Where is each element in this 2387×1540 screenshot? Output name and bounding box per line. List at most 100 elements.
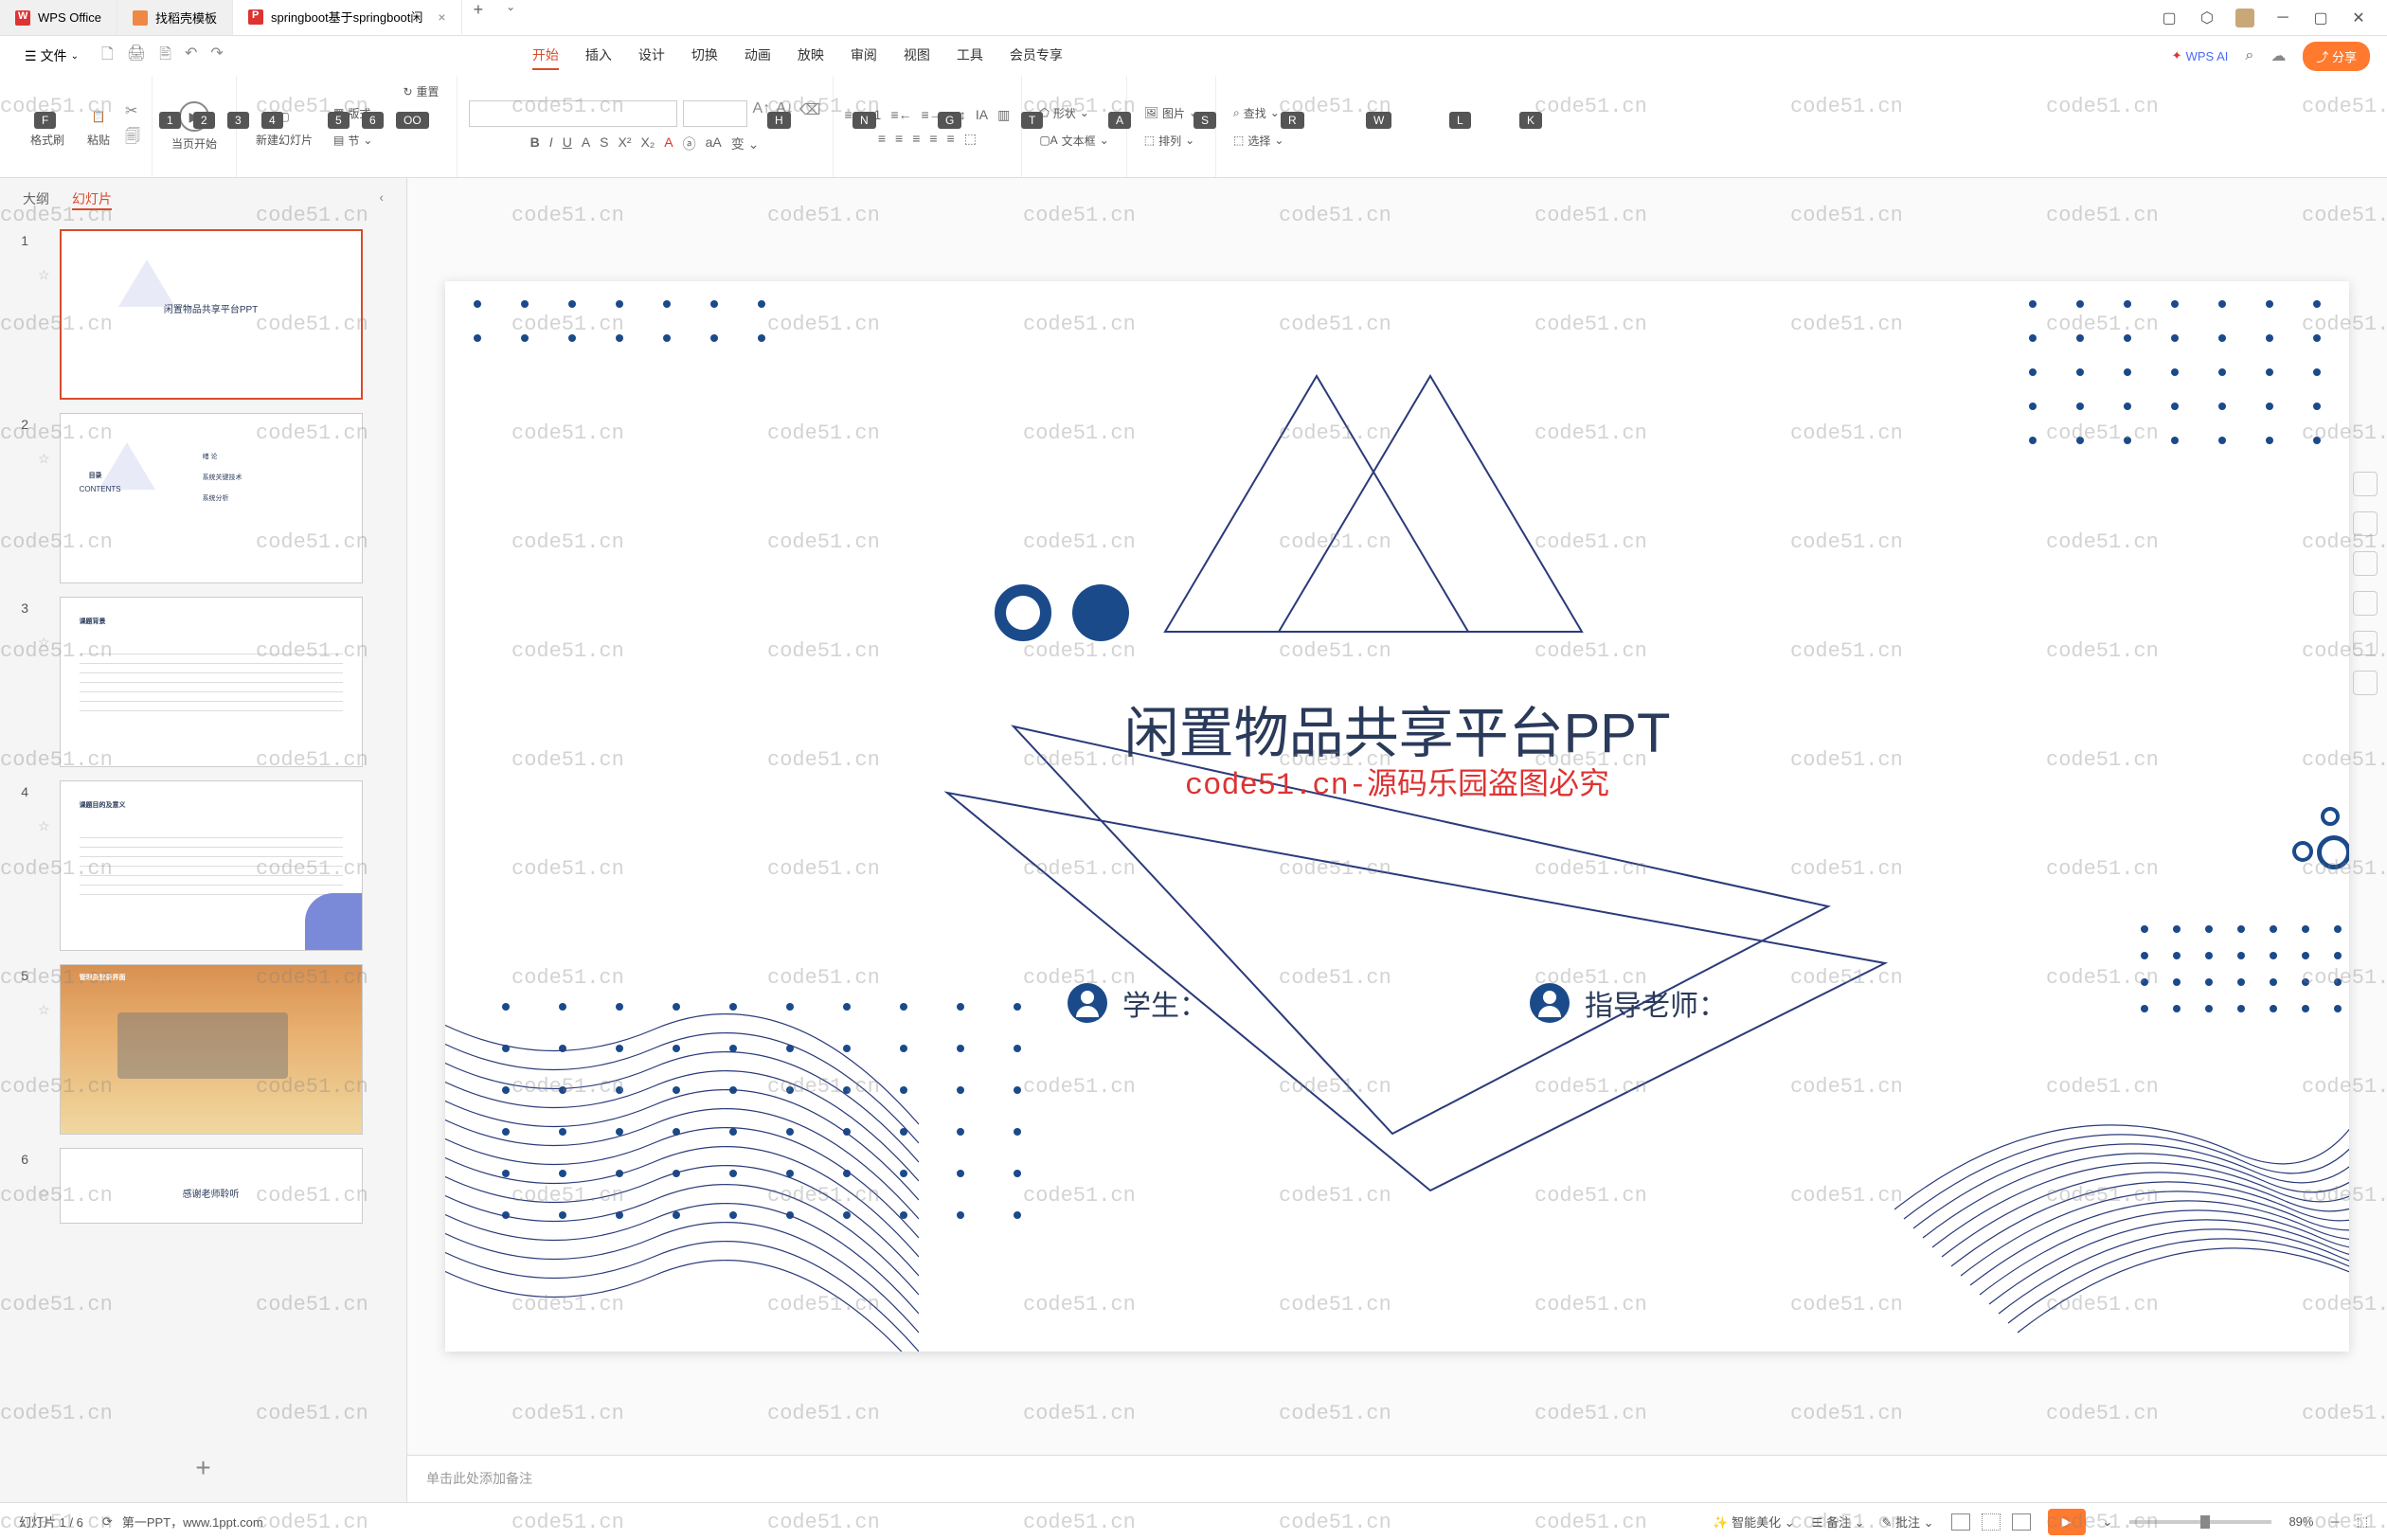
- slides-tab[interactable]: 幻灯片: [72, 189, 112, 210]
- vtool-3[interactable]: [2353, 551, 2378, 576]
- tab-review[interactable]: 审阅: [851, 42, 877, 70]
- thumb-star-5[interactable]: ☆: [38, 964, 50, 1018]
- align-center-button[interactable]: ≡: [895, 131, 903, 147]
- slide-title[interactable]: 闲置物品共享平台PPT: [1124, 689, 1671, 768]
- select-button[interactable]: ⬚选择 ⌄: [1228, 131, 1289, 151]
- thumb-star-2[interactable]: ☆: [38, 413, 50, 467]
- qa-icon-2[interactable]: 🖨: [127, 44, 146, 69]
- reset-zoom-icon[interactable]: ─: [2330, 1514, 2339, 1529]
- vtool-2[interactable]: [2353, 511, 2378, 536]
- close-button[interactable]: ✕: [2349, 9, 2368, 27]
- notes-bar[interactable]: 单击此处添加备注: [407, 1455, 2387, 1502]
- thumb-6[interactable]: 感谢老师聆听: [60, 1148, 363, 1224]
- thumb-star-1[interactable]: ☆: [38, 229, 50, 283]
- font-color-button[interactable]: A: [664, 134, 673, 153]
- thumb-1[interactable]: 闲置物品共享平台PPT: [60, 229, 363, 400]
- sub-button[interactable]: X₂: [641, 134, 655, 153]
- section-button[interactable]: ▤节 ⌄: [328, 131, 389, 151]
- tab-animation[interactable]: 动画: [745, 42, 771, 70]
- normal-view-icon[interactable]: [1951, 1513, 1970, 1531]
- paste-button[interactable]: 📋 粘贴: [80, 101, 117, 152]
- thumb-star-3[interactable]: ☆: [38, 597, 50, 651]
- thumb-star-4[interactable]: ☆: [38, 780, 50, 834]
- tab-insert[interactable]: 插入: [585, 42, 612, 70]
- beautify-button[interactable]: ✨ 智能美化 ⌄: [1713, 1513, 1794, 1531]
- window-icon-1[interactable]: ▢: [2160, 9, 2179, 27]
- align-left-button[interactable]: ≡: [878, 131, 886, 147]
- thumb-star-6[interactable]: ☆: [38, 1148, 50, 1202]
- qa-icon-5[interactable]: ↷: [210, 44, 223, 69]
- textbox-button[interactable]: ▢A文本框 ⌄: [1033, 131, 1114, 151]
- vtool-5[interactable]: [2353, 631, 2378, 655]
- arrange-button[interactable]: ⬚排列 ⌄: [1139, 131, 1200, 151]
- columns-button[interactable]: ▥: [997, 107, 1010, 123]
- new-slide-button[interactable]: ▢ 新建幻灯片: [248, 101, 320, 152]
- tab-dropdown[interactable]: ⌄: [494, 0, 527, 35]
- tab-design[interactable]: 设计: [638, 42, 665, 70]
- tab-close-icon[interactable]: ×: [438, 9, 445, 25]
- add-slide-button[interactable]: +: [0, 1434, 406, 1502]
- strike-button[interactable]: S: [600, 134, 608, 153]
- tab-dk-template[interactable]: 找稻壳模板: [117, 0, 233, 35]
- comments-button[interactable]: ✎ 批注 ⌄: [1882, 1513, 1934, 1531]
- tab-member[interactable]: 会员专享: [1010, 42, 1063, 70]
- tab-slideshow[interactable]: 放映: [798, 42, 824, 70]
- new-tab-button[interactable]: +: [462, 0, 495, 35]
- align-right-button[interactable]: ≡: [912, 131, 920, 147]
- tab-view[interactable]: 视图: [904, 42, 930, 70]
- highlight-button[interactable]: A: [582, 134, 590, 153]
- collapse-sidepanel-icon[interactable]: ‹: [379, 189, 384, 210]
- maximize-button[interactable]: ▢: [2311, 9, 2330, 27]
- cloud-icon[interactable]: ☁: [2270, 46, 2286, 65]
- clear-format-icon[interactable]: ⌫: [799, 100, 821, 127]
- change-case-button[interactable]: aA: [706, 134, 722, 153]
- font-family-select[interactable]: [469, 100, 677, 127]
- qa-icon-1[interactable]: 🗋: [101, 44, 114, 69]
- text-effect-button[interactable]: ⓐ: [683, 134, 696, 153]
- tab-tools[interactable]: 工具: [957, 42, 983, 70]
- teacher-item[interactable]: 指导老师：: [1530, 982, 1727, 1024]
- play-slideshow-button[interactable]: ▶: [2048, 1509, 2086, 1535]
- play-dropdown[interactable]: ⌄: [2103, 1514, 2113, 1530]
- qa-icon-3[interactable]: 🖹: [159, 44, 171, 69]
- tab-active-document[interactable]: springboot基于springboot闲 ×: [233, 0, 462, 35]
- sorter-view-icon[interactable]: [1982, 1513, 2001, 1531]
- super-button[interactable]: X²: [619, 134, 632, 153]
- canvas-wrap[interactable]: 闲置物品共享平台PPT code51.cn-源码乐园盗图必究 学生： 指导老师：: [407, 178, 2387, 1455]
- vtool-4[interactable]: [2353, 591, 2378, 616]
- align-justify-button[interactable]: ≡: [929, 131, 937, 147]
- thumb-4[interactable]: 课题目的及意义: [60, 780, 363, 951]
- thumb-3[interactable]: 课题背景: [60, 597, 363, 767]
- copy-icon[interactable]: 🗐: [125, 126, 140, 152]
- file-menu-button[interactable]: ☰ 文件 ⌄: [17, 43, 86, 69]
- tab-transition[interactable]: 切换: [691, 42, 718, 70]
- spacing-button[interactable]: 变 ⌄: [731, 134, 760, 153]
- font-size-select[interactable]: [683, 100, 747, 127]
- thumb-list[interactable]: 1 ☆ 闲置物品共享平台PPT 2 ☆ 目录 CONTENTS 绪 论 系统关键…: [0, 222, 406, 1434]
- thumb-5[interactable]: 管理员登录界面: [60, 964, 363, 1135]
- find-button[interactable]: ⌕查找 ⌄: [1228, 103, 1285, 123]
- main-slide[interactable]: 闲置物品共享平台PPT code51.cn-源码乐园盗图必究 学生： 指导老师：: [445, 281, 2349, 1352]
- qa-icon-4[interactable]: ↶: [185, 44, 197, 69]
- zoom-slider[interactable]: [2129, 1520, 2271, 1524]
- reset-button[interactable]: ↻重置: [397, 81, 444, 101]
- distribute-button[interactable]: ≡: [947, 131, 955, 147]
- italic-button[interactable]: I: [549, 134, 553, 153]
- share-button[interactable]: ⤴ 分享: [2303, 42, 2370, 71]
- search-icon[interactable]: ⌕: [2245, 47, 2253, 64]
- vtool-6[interactable]: [2353, 671, 2378, 695]
- tab-wps-office[interactable]: WPS Office: [0, 0, 117, 35]
- tab-start[interactable]: 开始: [532, 42, 559, 70]
- minimize-button[interactable]: ─: [2273, 9, 2292, 27]
- student-item[interactable]: 学生：: [1068, 982, 1208, 1024]
- indent-left-button[interactable]: ≡←: [890, 107, 911, 123]
- bold-button[interactable]: B: [530, 134, 540, 153]
- cut-icon[interactable]: ✂: [125, 101, 140, 120]
- smartart-button[interactable]: ⬚: [964, 131, 977, 147]
- reading-view-icon[interactable]: [2012, 1513, 2031, 1531]
- zoom-handle[interactable]: [2200, 1515, 2210, 1529]
- notes-button[interactable]: ☰ 备注 ⌄: [1812, 1513, 1865, 1531]
- outline-tab[interactable]: 大纲: [23, 189, 49, 210]
- wps-ai-button[interactable]: ✦WPS AI: [2172, 48, 2229, 63]
- fit-window-icon[interactable]: ⬚: [2357, 1514, 2368, 1530]
